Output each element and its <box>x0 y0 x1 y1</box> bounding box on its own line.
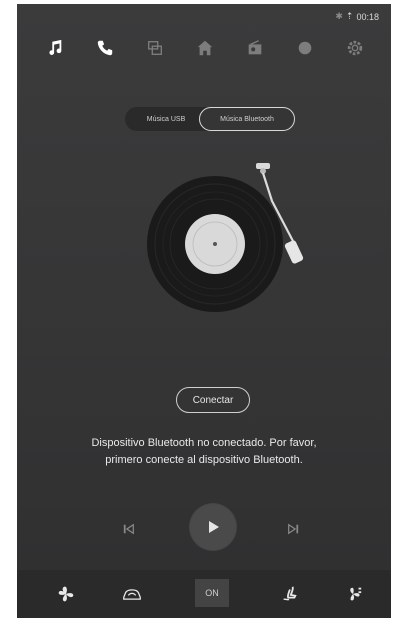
car-recirculation-icon[interactable] <box>119 582 145 606</box>
fan-icon[interactable] <box>53 582 79 606</box>
media-icon[interactable] <box>141 34 169 62</box>
climate-bar: ON <box>17 570 391 618</box>
ac-on-toggle[interactable]: ON <box>195 579 229 607</box>
signal-icon: ⇡ <box>345 11 354 21</box>
home-icon[interactable] <box>191 34 219 62</box>
bluetooth-status-message: Dispositivo Bluetooth no conectado. Por … <box>17 435 391 469</box>
bluetooth-music-tab[interactable]: Música Bluetooth <box>199 107 295 131</box>
skip-next-button[interactable] <box>281 517 305 541</box>
skip-previous-button[interactable] <box>117 517 141 541</box>
status-bar: ✱ ⇡ 00:18 <box>335 11 379 22</box>
play-button[interactable] <box>190 504 236 550</box>
radio-icon[interactable] <box>241 34 269 62</box>
message-line-2: primero conecte al dispositivo Bluetooth… <box>105 454 303 466</box>
music-source-toggle: Música USB Música Bluetooth <box>125 107 295 131</box>
skip-next-icon <box>288 523 299 535</box>
bluetooth-icon: ✱ <box>335 11 343 21</box>
clock: 00:18 <box>356 11 379 22</box>
music-note-icon[interactable] <box>41 34 69 62</box>
apps-icon[interactable] <box>291 34 319 62</box>
message-line-1: Dispositivo Bluetooth no conectado. Por … <box>91 437 317 449</box>
skip-previous-icon <box>123 523 134 535</box>
top-navigation <box>17 34 391 64</box>
play-icon <box>209 521 219 533</box>
head-unit-screen: ✱ ⇡ 00:18 Música USB Música Bluetooth Co… <box>17 4 391 618</box>
phone-icon[interactable] <box>91 34 119 62</box>
gear-icon[interactable] <box>341 34 369 62</box>
connect-button[interactable]: Conectar <box>176 387 250 413</box>
fan-speed-icon[interactable] <box>341 582 367 606</box>
tonearm-illustration <box>242 161 312 281</box>
usb-music-tab[interactable]: Música USB <box>125 107 207 131</box>
seat-heat-icon[interactable] <box>276 582 302 606</box>
